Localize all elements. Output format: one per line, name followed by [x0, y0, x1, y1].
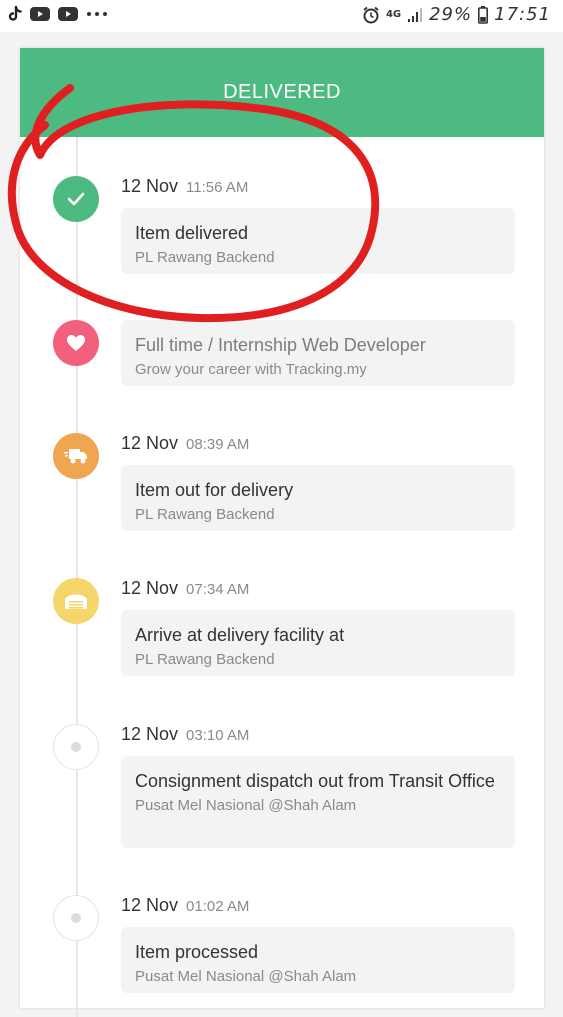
event-time: 01:02 AM — [186, 898, 250, 915]
alarm-icon — [362, 6, 380, 24]
event-location: PL Rawang Backend — [135, 249, 275, 266]
job-ad-title[interactable]: Full time / Internship Web Developer — [135, 332, 501, 358]
tiktok-icon — [8, 6, 22, 22]
event-time: 03:10 AM — [186, 727, 250, 744]
event-detail-box: Item processed Pusat Mel Nasional @Shah … — [121, 927, 515, 993]
event-datetime: 12 Nov 11:56 AM — [121, 176, 248, 200]
event-datetime: 12 Nov 07:34 AM — [121, 578, 249, 602]
event-datetime: 12 Nov 03:10 AM — [121, 724, 249, 748]
notification-icons — [8, 6, 108, 22]
event-time: 08:39 AM — [186, 436, 250, 453]
battery-icon — [478, 5, 489, 24]
event-detail-box: Item out for delivery PL Rawang Backend — [121, 465, 515, 531]
youtube-icon — [58, 7, 78, 21]
status-bar: 4G 29% 17:51 — [0, 0, 563, 32]
event-title: Consignment dispatch out from Transit Of… — [135, 771, 495, 791]
more-notifications-icon — [86, 11, 108, 17]
youtube-icon — [30, 7, 50, 21]
event-title: Item out for delivery — [135, 480, 294, 500]
event-detail-box: Item delivered PL Rawang Backend — [121, 208, 515, 274]
heart-icon — [53, 320, 99, 366]
dot-icon — [53, 724, 99, 770]
status-header: DELIVERED — [20, 48, 544, 137]
check-icon — [53, 176, 99, 222]
event-location: PL Rawang Backend — [135, 506, 275, 523]
battery-percent: 29% — [429, 4, 473, 25]
job-ad-subtitle: Grow your career with Tracking.my — [135, 361, 367, 378]
event-datetime: 12 Nov 01:02 AM — [121, 895, 249, 919]
event-location: Pusat Mel Nasional @Shah Alam — [135, 797, 357, 814]
delivery-status-title: DELIVERED — [223, 81, 341, 103]
timeline-line — [76, 137, 78, 1017]
event-detail-box: Consignment dispatch out from Transit Of… — [121, 756, 515, 848]
event-time: 11:56 AM — [186, 179, 249, 196]
event-date: 12 Nov — [121, 895, 179, 915]
event-date: 12 Nov — [121, 176, 179, 196]
event-date: 12 Nov — [121, 578, 179, 598]
event-detail-box: Arrive at delivery facility at PL Rawang… — [121, 610, 515, 676]
event-title: Item delivered — [135, 223, 249, 243]
delivery-truck-icon — [53, 433, 99, 479]
event-location: PL Rawang Backend — [135, 651, 275, 668]
event-title: Item processed — [135, 942, 259, 962]
warehouse-icon — [53, 578, 99, 624]
event-date: 12 Nov — [121, 433, 179, 453]
event-time: 07:34 AM — [186, 581, 250, 598]
signal-icon — [407, 7, 423, 23]
event-location: Pusat Mel Nasional @Shah Alam — [135, 968, 357, 985]
event-title: Arrive at delivery facility at — [135, 625, 345, 645]
tracking-card: DELIVERED 12 Nov 11:56 AM Item delivered… — [20, 48, 544, 1017]
dot-icon — [53, 895, 99, 941]
system-status: 4G 29% 17:51 — [362, 4, 551, 25]
network-type: 4G — [385, 9, 402, 20]
event-date: 12 Nov — [121, 724, 179, 744]
job-ad-box[interactable]: Full time / Internship Web Developer Gro… — [121, 320, 515, 386]
event-datetime: 12 Nov 08:39 AM — [121, 433, 249, 457]
clock: 17:51 — [494, 4, 551, 25]
